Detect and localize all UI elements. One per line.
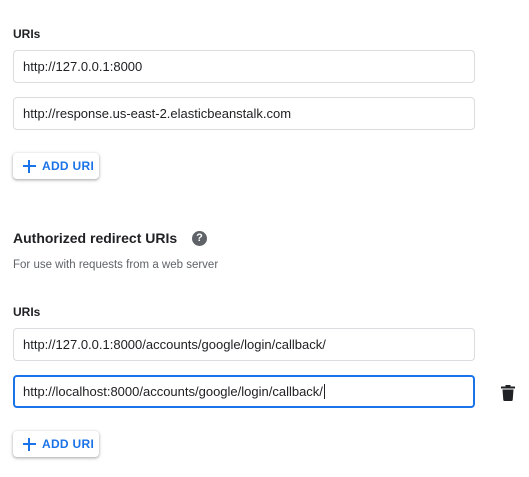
text-caret [323, 384, 325, 399]
plus-icon [23, 437, 36, 451]
origin-uri-field-2[interactable]: http://response.us-east-2.elasticbeansta… [13, 97, 475, 130]
redirect-uris-label: URIs [13, 305, 41, 319]
help-icon[interactable]: ? [192, 231, 207, 246]
origin-uri-value-2: http://response.us-east-2.elasticbeansta… [23, 106, 292, 121]
origin-uri-field-1[interactable]: http://127.0.0.1:8000 [13, 50, 475, 83]
redirect-uri-field-2[interactable]: http://localhost:8000/accounts/google/lo… [13, 375, 475, 408]
redirect-uri-value-1: http://127.0.0.1:8000/accounts/google/lo… [23, 337, 326, 352]
add-origin-uri-button-label: ADD URI [42, 159, 95, 173]
plus-icon [23, 159, 36, 173]
origin-uri-value-1: http://127.0.0.1:8000 [23, 59, 143, 74]
redirect-uri-field-1[interactable]: http://127.0.0.1:8000/accounts/google/lo… [13, 328, 475, 361]
origins-uris-label: URIs [13, 27, 41, 41]
add-redirect-uri-button[interactable]: ADD URI [13, 431, 99, 457]
redirect-uris-hint: For use with requests from a web server [13, 259, 219, 271]
trash-icon[interactable] [501, 385, 515, 401]
redirect-uri-value-2: http://localhost:8000/accounts/google/lo… [23, 384, 323, 399]
add-redirect-uri-button-label: ADD URI [42, 437, 95, 451]
redirect-uris-title: Authorized redirect URIs [13, 230, 178, 246]
add-origin-uri-button[interactable]: ADD URI [13, 153, 99, 179]
